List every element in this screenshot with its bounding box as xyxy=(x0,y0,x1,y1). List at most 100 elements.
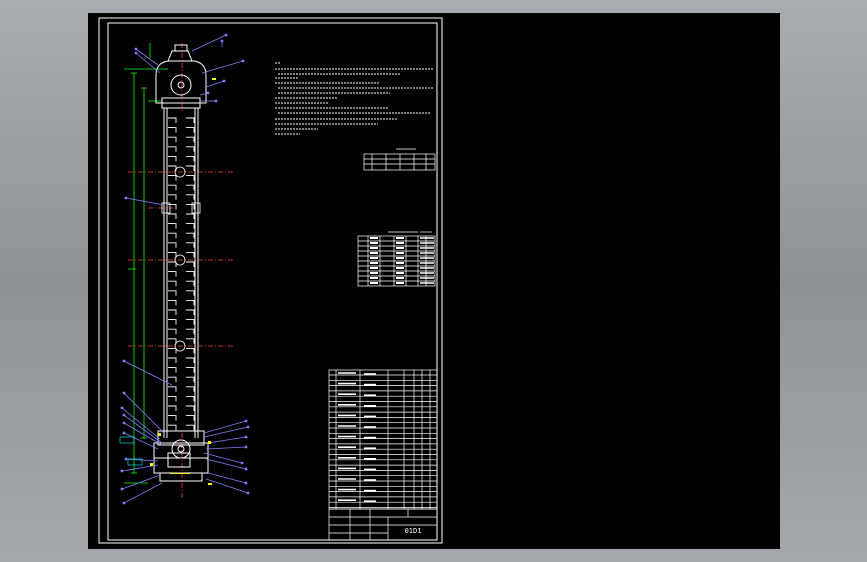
bucket-left xyxy=(168,261,177,267)
bucket-right xyxy=(186,146,195,152)
leader-line xyxy=(125,197,165,206)
leader-dot xyxy=(244,435,248,439)
bucket-left xyxy=(168,424,177,431)
leader-line xyxy=(205,446,247,450)
bucket-right xyxy=(186,232,195,239)
cad-viewport[interactable]: 01D1 xyxy=(88,13,780,549)
bucket-right xyxy=(186,367,195,373)
bucket-right xyxy=(186,386,195,392)
bucket-left xyxy=(168,223,177,229)
bucket-right xyxy=(186,309,195,315)
bucket-right xyxy=(186,405,195,411)
leader-dot xyxy=(122,359,126,363)
leader-line xyxy=(123,360,173,386)
bucket-right xyxy=(186,261,195,267)
bucket-right xyxy=(186,271,195,277)
left-labels xyxy=(119,436,143,466)
bucket-left xyxy=(168,280,177,287)
bucket-right xyxy=(186,290,195,296)
leader-dot xyxy=(122,413,126,417)
leader-dot xyxy=(244,467,248,471)
bucket-left xyxy=(168,376,177,383)
leader-line xyxy=(203,426,249,438)
bucket-left xyxy=(168,405,177,411)
bucket-left xyxy=(168,395,177,402)
bucket-right xyxy=(186,127,195,133)
bucket-left xyxy=(168,232,177,239)
leader-line xyxy=(203,452,243,464)
leader-lines xyxy=(120,33,250,505)
bucket-right xyxy=(186,338,195,344)
bucket-right xyxy=(186,424,195,431)
bill-of-materials-table xyxy=(328,369,438,510)
bucket-left xyxy=(168,319,177,325)
bucket-left xyxy=(168,357,177,363)
leader-dot xyxy=(241,59,245,63)
bucket-elevator-drawing xyxy=(119,33,250,505)
leader-dot xyxy=(244,445,248,449)
leader-dot xyxy=(120,487,124,491)
bucket-right xyxy=(186,415,195,421)
title-block: 01D1 xyxy=(328,508,438,541)
leader-dot xyxy=(122,421,126,425)
bucket-right xyxy=(186,299,195,306)
leader-line xyxy=(201,60,244,74)
bucket-left xyxy=(168,347,177,354)
leader-line xyxy=(205,458,247,470)
leader-line xyxy=(205,478,249,494)
leader-dot xyxy=(206,91,210,95)
bucket-left xyxy=(168,328,177,335)
bucket-left xyxy=(168,338,177,344)
leader-dot xyxy=(246,425,250,429)
bucket-left xyxy=(168,155,177,162)
leader-dot xyxy=(124,457,128,461)
leader-dot xyxy=(244,481,248,485)
bucket-left xyxy=(168,242,177,248)
leader-line xyxy=(191,34,227,52)
bucket-left xyxy=(168,175,177,181)
leader-line xyxy=(205,80,225,88)
bucket-right xyxy=(186,242,195,248)
bucket-right xyxy=(186,395,195,402)
leader-dot xyxy=(244,419,248,423)
bucket-left xyxy=(168,146,177,152)
leader-dot xyxy=(120,469,124,473)
bucket-left xyxy=(168,415,177,421)
leader-line xyxy=(203,420,247,434)
bucket-right xyxy=(186,165,195,171)
bucket-right xyxy=(186,136,195,143)
leader-line xyxy=(207,436,247,444)
bucket-right xyxy=(186,184,195,191)
bucket-right xyxy=(186,213,195,219)
leader-dot xyxy=(240,461,244,465)
leader-dot xyxy=(124,196,128,200)
bucket-left xyxy=(168,136,177,143)
leader-dot xyxy=(122,431,126,435)
bucket-left xyxy=(168,367,177,373)
bucket-right xyxy=(186,319,195,325)
bucket-right xyxy=(186,347,195,354)
bucket-chain xyxy=(168,117,195,431)
leader-line xyxy=(123,432,159,450)
bucket-left xyxy=(168,251,177,258)
leader-dot xyxy=(122,501,126,505)
leader-dot xyxy=(246,491,250,495)
bucket-right xyxy=(186,203,195,210)
bucket-right xyxy=(186,251,195,258)
nozzle-list-table xyxy=(357,231,436,287)
bucket-left xyxy=(168,299,177,306)
bucket-left xyxy=(168,271,177,277)
bucket-right xyxy=(186,223,195,229)
leader-dot xyxy=(122,391,126,395)
bucket-left xyxy=(168,117,177,123)
bucket-left xyxy=(168,194,177,200)
bucket-right xyxy=(186,357,195,363)
dimension-lines xyxy=(124,43,168,484)
elevator-casing xyxy=(153,44,209,482)
leader-dot xyxy=(134,47,138,51)
bucket-right xyxy=(186,376,195,383)
bucket-right xyxy=(186,328,195,335)
technical-notes-block xyxy=(275,62,434,135)
bucket-left xyxy=(168,309,177,315)
parameter-table xyxy=(363,148,436,171)
